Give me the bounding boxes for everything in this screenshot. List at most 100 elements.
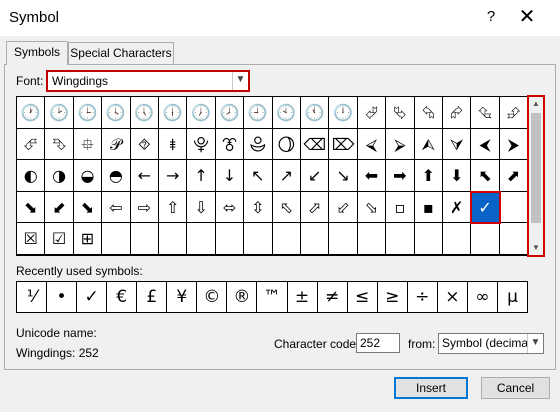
symbol-cell[interactable]: ⬆ (414, 160, 443, 192)
symbol-cell[interactable]: ◐ (17, 160, 46, 192)
recent-symbol-cell[interactable]: ⅟ (17, 282, 48, 312)
symbol-cell[interactable]: 𝒫 (102, 128, 131, 161)
symbol-cell[interactable]: ⬊ (17, 191, 46, 224)
symbol-cell[interactable]: ⮵ (499, 97, 529, 129)
symbol-cell[interactable]: ⬁ (272, 191, 301, 224)
symbol-cell[interactable]: ⬃ (329, 191, 358, 224)
symbol-cell[interactable]: ⯕ (244, 128, 273, 161)
symbol-cell[interactable]: ⇳ (244, 191, 273, 224)
recent-symbol-cell[interactable]: µ (498, 282, 528, 312)
symbol-cell[interactable]: ⯓ (187, 128, 216, 161)
symbol-cell[interactable]: ⮜ (471, 128, 500, 161)
symbol-cell[interactable] (102, 223, 131, 255)
symbol-cell[interactable]: ⮘ (357, 128, 387, 161)
symbol-cell[interactable]: 🕛 (329, 97, 358, 129)
recent-symbol-cell[interactable]: ® (227, 282, 258, 312)
close-button[interactable]: ✕ (514, 6, 540, 28)
symbol-cell[interactable]: ◑ (45, 160, 74, 192)
symbol-cell[interactable]: ⮙ (414, 128, 443, 161)
symbol-cell[interactable]: ⬉ (471, 160, 500, 192)
symbol-cell[interactable]: 🕕 (159, 97, 188, 129)
symbol-cell[interactable]: ⬊ (73, 191, 103, 224)
symbol-cell[interactable]: ⬄ (215, 191, 245, 224)
symbol-cell[interactable]: ⬂ (357, 191, 387, 224)
font-dropdown[interactable]: Wingdings ▼ (46, 70, 250, 92)
symbol-cell[interactable]: ➡ (386, 160, 415, 192)
recent-symbol-cell[interactable]: × (438, 282, 468, 312)
recent-symbol-cell[interactable]: ✓ (77, 282, 108, 312)
scroll-thumb[interactable] (531, 113, 541, 223)
symbol-cell[interactable]: 🕚 (301, 97, 330, 129)
recent-symbol-cell[interactable]: ≤ (348, 282, 378, 312)
symbol-cell[interactable]: ⮰ (357, 97, 387, 129)
recent-symbol-cell[interactable]: • (47, 282, 78, 312)
symbol-cell[interactable] (499, 223, 529, 255)
symbol-cell[interactable]: ⌫ (301, 128, 330, 161)
symbol-cell[interactable]: ⮞ (499, 128, 529, 161)
from-dropdown[interactable]: Symbol (decimal) ▼ (438, 333, 544, 354)
recent-symbol-cell[interactable]: ∞ (468, 282, 498, 312)
scroll-down-icon[interactable]: ▼ (529, 241, 543, 255)
symbol-cell[interactable]: ⬈ (499, 160, 529, 192)
symbol-cell[interactable] (130, 223, 159, 255)
chevron-down-icon[interactable]: ▼ (232, 72, 248, 90)
symbol-cell[interactable] (159, 223, 188, 255)
symbol-cell[interactable]: ↙ (301, 160, 330, 192)
symbol-cell[interactable] (471, 223, 500, 255)
symbol-cell[interactable]: ⬋ (45, 191, 74, 224)
chevron-down-icon[interactable]: ▼ (527, 334, 543, 353)
symbol-cell[interactable] (187, 223, 216, 255)
symbol-cell[interactable]: 🕘 (244, 97, 273, 129)
symbol-cell[interactable] (443, 223, 472, 255)
symbol-cell[interactable]: ↑ (187, 160, 216, 192)
symbol-cell[interactable]: ⯑ (130, 128, 159, 161)
tab-special-characters[interactable]: Special Characters (68, 42, 174, 64)
symbol-cell[interactable]: ↓ (215, 160, 245, 192)
symbol-cell[interactable] (414, 223, 443, 255)
recent-symbol-cell[interactable]: © (197, 282, 228, 312)
symbol-cell[interactable]: ⯒ (159, 128, 188, 161)
recent-symbol-cell[interactable]: ÷ (408, 282, 438, 312)
recent-symbol-cell[interactable]: ≠ (318, 282, 348, 312)
symbol-cell[interactable]: ⮳ (443, 97, 472, 129)
symbol-cell[interactable]: ⬀ (301, 191, 330, 224)
symbol-cell[interactable] (215, 223, 245, 255)
cancel-button[interactable]: Cancel (481, 377, 550, 399)
symbol-cell[interactable]: ⇨ (130, 191, 159, 224)
symbol-cell[interactable]: ▪ (414, 191, 443, 224)
symbol-cell[interactable]: ⬇ (443, 160, 472, 192)
symbol-cell[interactable]: ☒ (17, 223, 46, 255)
symbol-cell[interactable]: ⮶ (17, 128, 46, 161)
symbol-cell[interactable]: → (159, 160, 188, 192)
symbol-cell[interactable] (329, 223, 358, 255)
symbol-cell[interactable]: 🕔 (130, 97, 159, 129)
symbol-cell[interactable]: ← (130, 160, 159, 192)
recent-symbol-cell[interactable]: ± (288, 282, 318, 312)
recent-symbol-cell[interactable]: € (107, 282, 138, 312)
symbol-cell[interactable] (386, 223, 415, 255)
symbol-cell[interactable]: 🕗 (215, 97, 245, 129)
symbol-cell[interactable]: ⮱ (386, 97, 415, 129)
recent-symbol-cell[interactable]: ¥ (167, 282, 198, 312)
symbol-cell[interactable]: ▫ (386, 191, 415, 224)
symbol-cell[interactable]: ◓ (102, 160, 131, 192)
symbol-cell[interactable]: 🕒 (73, 97, 103, 129)
symbol-cell[interactable]: ⊞ (73, 223, 103, 255)
symbol-cell[interactable]: ⯐ (73, 128, 103, 161)
symbol-cell[interactable]: ⯔ (215, 128, 245, 161)
symbol-cell[interactable]: ⮲ (414, 97, 443, 129)
insert-button[interactable]: Insert (394, 377, 468, 399)
symbol-cell[interactable]: ⮛ (443, 128, 472, 161)
symbol-cell[interactable]: ⬅ (357, 160, 387, 192)
symbol-cell[interactable]: ◒ (73, 160, 103, 192)
symbol-cell[interactable]: ⌦ (329, 128, 358, 161)
tab-symbols[interactable]: Symbols (6, 41, 68, 65)
symbol-cell[interactable] (244, 223, 273, 255)
symbol-cell[interactable]: 🕖 (187, 97, 216, 129)
symbol-cell[interactable]: 🕓 (102, 97, 131, 129)
recent-symbol-cell[interactable]: ™ (257, 282, 288, 312)
symbol-cell[interactable]: 🕑 (45, 97, 74, 129)
grid-scrollbar[interactable]: ▲ ▼ (527, 95, 545, 257)
recent-symbol-cell[interactable]: ≥ (378, 282, 408, 312)
symbol-cell[interactable]: ⯖ (272, 128, 301, 161)
